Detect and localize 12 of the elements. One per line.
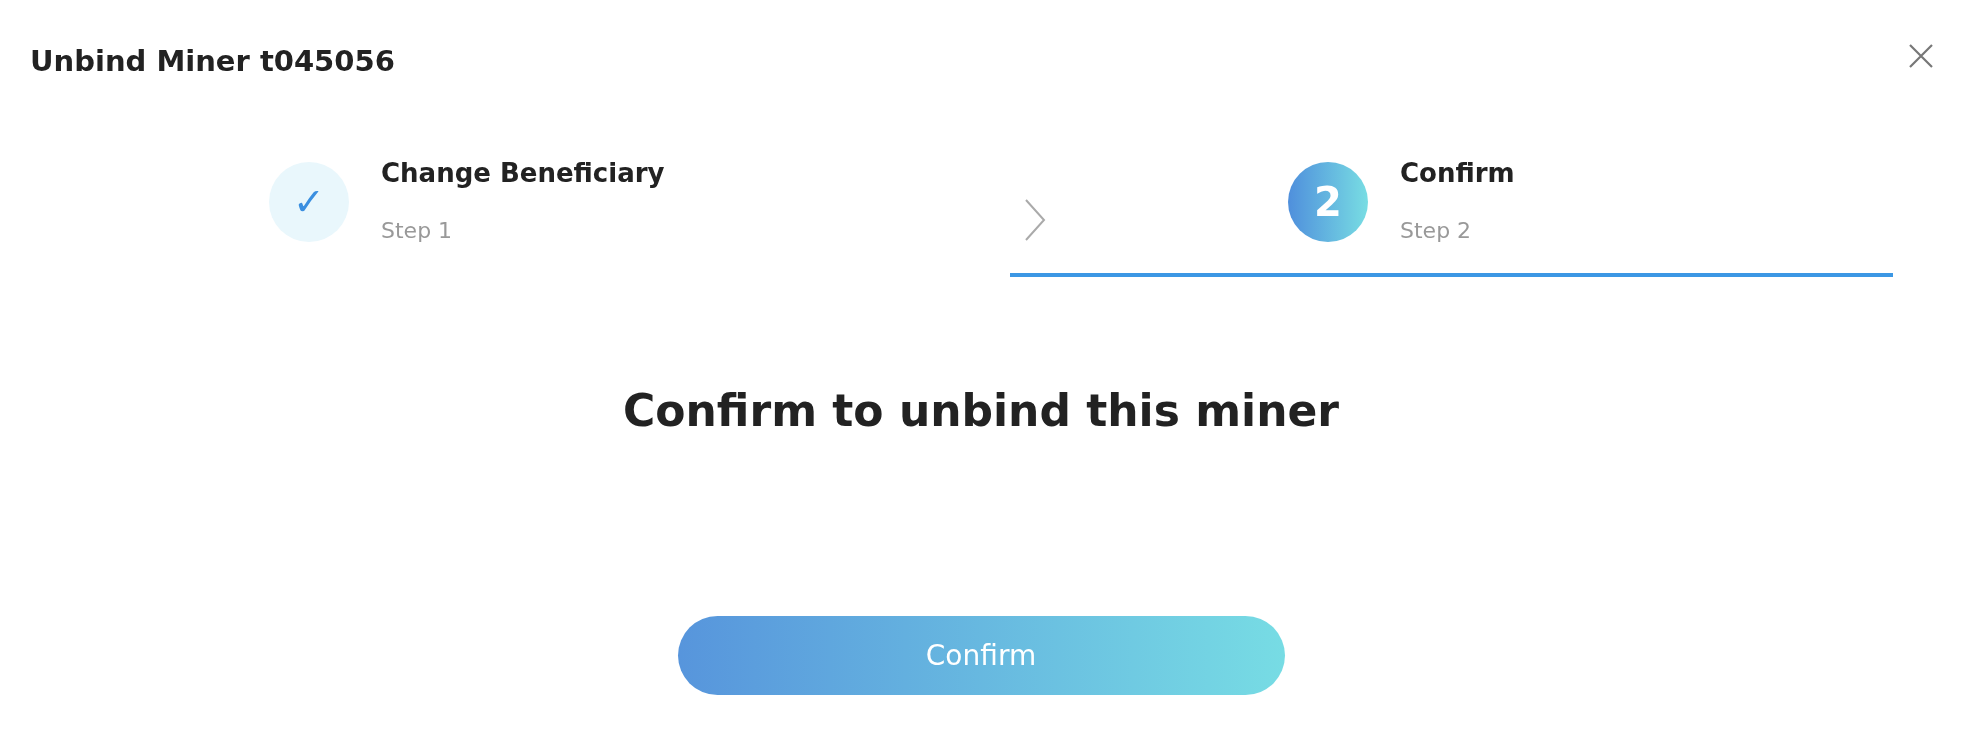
step-sublabel: Step 1 <box>381 218 454 243</box>
step-label: Confirm <box>1400 157 1515 190</box>
chevron-icon <box>1024 198 1046 242</box>
step-label: Change Beneficiary <box>381 157 665 190</box>
step-marker: ✓ <box>269 162 349 242</box>
step-tab[interactable]: 2 Confirm Step 2 <box>1010 144 1893 277</box>
close-icon[interactable] <box>1908 43 1934 69</box>
step-tab[interactable]: ✓ Change Beneficiary Step 1 <box>127 144 1010 277</box>
confirm-message: Confirm to unbind this miner <box>622 385 1340 436</box>
dialog-title: Unbind Miner t045056 <box>30 44 395 78</box>
step-sublabel: Step 2 <box>1400 218 1473 243</box>
step-marker: 2 <box>1288 162 1368 242</box>
